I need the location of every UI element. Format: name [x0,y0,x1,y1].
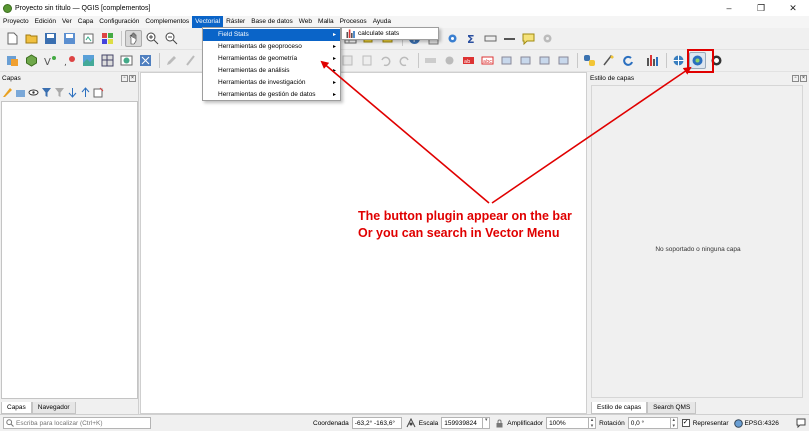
arrow-to-plugin-button [491,66,692,204]
arrow-to-vector-menu [320,60,490,204]
annotation-line-1: The button plugin appear on the bar [358,209,572,223]
annotation-text: The button plugin appear on the bar Or y… [358,208,572,242]
annotation-line-2: Or you can search in Vector Menu [358,226,560,240]
